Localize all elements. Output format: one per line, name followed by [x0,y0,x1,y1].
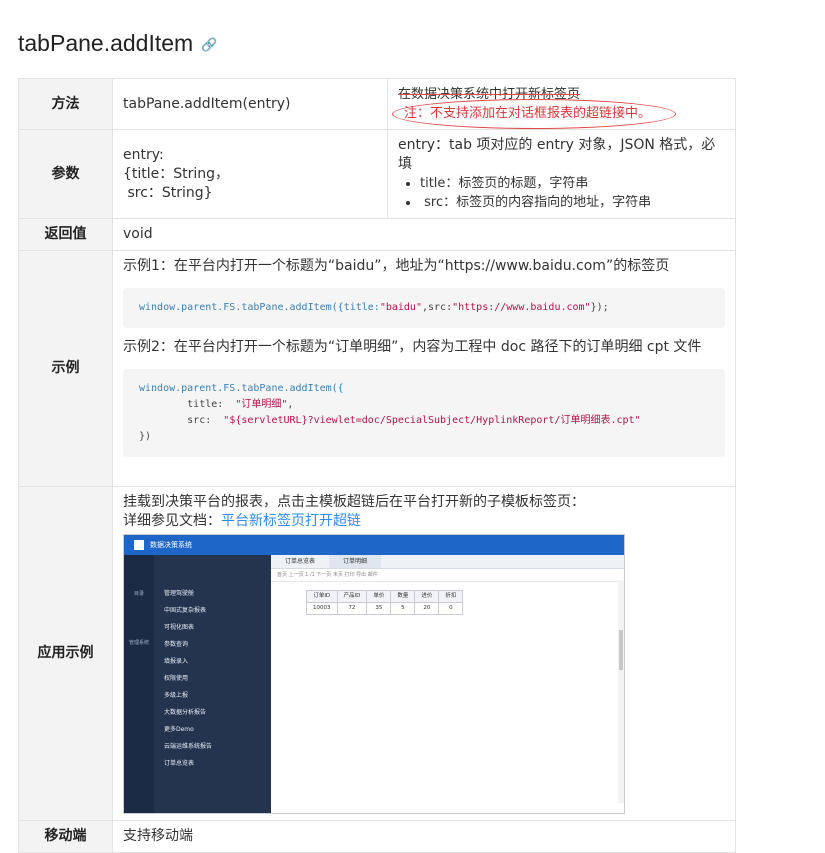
tree-item[interactable]: 订单总览表 [154,755,271,772]
row-returns: 返回值 void [18,218,736,251]
usage-cell: 挂载到决策平台的报表，点击主模板超链后在平台打开新的子模板标签页： 详细参见文档… [112,486,736,821]
row-examples: 示例 示例1：在平台内打开一个标题为“baidu”，地址为“https://ww… [18,250,736,487]
label-mobile: 移动端 [18,820,113,853]
grid-cell: 0 [438,602,464,615]
app-tree: 管理驾驶舱 中国式复杂报表 可视化图表 参数查询 填报录入 权限使用 多级上报 … [154,555,271,813]
params-desc: entry：tab 项对应的 entry 对象，JSON 格式，必填 [398,137,716,172]
usage-doc-line: 详细参见文档：平台新标签页打开超链 [123,512,725,531]
tree-item[interactable]: 云端运维系统报告 [154,738,271,755]
tree-item[interactable]: 管理驾驶舱 [154,585,271,602]
tree-item[interactable]: 可视化图表 [154,619,271,636]
report-grid: 订单ID 产品ID 单价 数量 进价 折扣 10003 72 35 5 20 0 [306,590,464,615]
leftbar-admin[interactable]: 管理系统 [124,634,154,653]
page-title: tabPane.addItem 🔗 [18,30,218,56]
grid-header: 订单ID [306,590,338,603]
grid-header: 折扣 [438,590,464,603]
params-list: title：标签页的标题，字符串 src：标签页的内容指向的地址，字符串 [398,174,725,212]
api-table: 方法 tabPane.addItem(entry) 在数据决策系统中打开新标签页… [18,78,736,853]
tree-item[interactable]: 参数查询 [154,636,271,653]
code-src-value: "https://www.baidu.com" [452,302,591,313]
grid-header: 单价 [366,590,392,603]
tab-order-detail[interactable]: 订单明细 [329,555,382,568]
code-call: window.parent.FS.tabPane.addItem({title: [139,302,380,313]
example-1-code: window.parent.FS.tabPane.addItem({title:… [123,288,725,328]
code-call: window.parent.FS.tabPane.addItem({ [139,383,344,394]
row-usage: 应用示例 挂载到决策平台的报表，点击主模板超链后在平台打开新的子模板标签页： 详… [18,486,736,821]
app-logo-icon [134,540,144,550]
grid-cell: 35 [366,602,392,615]
method-desc-cell: 在数据决策系统中打开新标签页 注：不支持添加在对话框报表的超链接中。 [387,78,736,130]
label-method: 方法 [18,78,113,130]
entry-line-1: entry: [123,146,164,163]
label-returns: 返回值 [18,218,113,251]
row-params: 参数 entry: {title：String， src：String} ent… [18,129,736,219]
params-entry: entry: {title：String， src：String} [112,129,388,219]
app-screenshot: 数据决策系统 目录 管理系统 管理驾驶舱 中国式复杂报表 可视化图表 参数查询 … [123,534,625,814]
grid-cell: 20 [414,602,440,615]
tab-order-overview[interactable]: 订单总览表 [271,555,329,568]
param-title: title：标签页的标题，字符串 [420,174,725,193]
link-icon[interactable]: 🔗 [201,37,217,52]
tree-item[interactable]: 填报录入 [154,653,271,670]
grid-cell: 72 [336,602,368,615]
mobile-value: 支持移动端 [112,820,736,853]
app-tabs: 订单总览表 订单明细 [271,555,624,569]
code-comma: , [287,399,294,410]
report-toolbar[interactable]: 首页 上一页 1 /1 下一页 末页 打印 导出 邮件 [271,569,624,582]
example-2-text: 示例2：在平台内打开一个标题为“订单明细”，内容为工程中 doc 路径下的订单明… [123,339,702,355]
code-end: }) [139,431,152,442]
leftbar-directory[interactable]: 目录 [124,585,154,604]
tree-toolbar [154,555,271,585]
label-usage: 应用示例 [18,486,113,821]
grid-cell: 10003 [306,602,338,615]
code-src-key: src: [139,415,224,426]
usage-text: 挂载到决策平台的报表，点击主模板超链后在平台打开新的子模板标签页： [123,494,585,510]
tree-item[interactable]: 大数据分析报告 [154,704,271,721]
row-method: 方法 tabPane.addItem(entry) 在数据决策系统中打开新标签页… [18,78,736,130]
method-signature: tabPane.addItem(entry) [112,78,388,130]
code-title-key: title: [139,399,236,410]
entry-line-2: {title：String， [123,165,230,182]
params-desc-cell: entry：tab 项对应的 entry 对象，JSON 格式，必填 title… [387,129,736,219]
entry-line-3: src：String} [123,184,213,201]
app-title: 数据决策系统 [150,541,192,549]
doc-prefix: 详细参见文档： [123,513,221,529]
code-title-value: "订单明细" [235,399,288,410]
app-main: 订单总览表 订单明细 首页 上一页 1 /1 下一页 末页 打印 导出 邮件 订单… [271,555,624,813]
app-leftbar: 目录 管理系统 [124,555,154,813]
code-title-value: "baidu" [379,302,422,313]
row-mobile: 移动端 支持移动端 [18,820,736,853]
code-src-key: ,src: [421,302,453,313]
label-examples: 示例 [18,250,113,487]
label-params: 参数 [18,129,113,219]
example-2-code: window.parent.FS.tabPane.addItem({ title… [123,369,725,457]
grid-header: 产品ID [336,590,368,603]
doc-page: tabPane.addItem 🔗 方法 tabPane.addItem(entr… [0,0,825,853]
code-end: }); [590,302,609,313]
highlight-ellipse [392,99,676,129]
param-src: src：标签页的内容指向的地址，字符串 [420,193,725,212]
doc-link[interactable]: 平台新标签页打开超链 [221,513,361,529]
tree-item[interactable]: 多级上报 [154,687,271,704]
example-1-text: 示例1：在平台内打开一个标题为“baidu”，地址为“https://www.b… [123,258,670,274]
examples-cell: 示例1：在平台内打开一个标题为“baidu”，地址为“https://www.b… [112,250,736,487]
tree-item[interactable]: 更多Demo [154,721,271,738]
grid-header: 进价 [414,590,440,603]
grid-cell: 5 [390,602,416,615]
tree-item[interactable]: 权限使用 [154,670,271,687]
grid-header: 数量 [390,590,416,603]
returns-value: void [112,218,736,251]
vertical-scrollbar[interactable] [618,580,624,803]
app-topbar: 数据决策系统 [124,535,624,555]
code-src-value: "${servletURL}?viewlet=doc/SpecialSubjec… [223,415,641,426]
tree-item[interactable]: 中国式复杂报表 [154,602,271,619]
